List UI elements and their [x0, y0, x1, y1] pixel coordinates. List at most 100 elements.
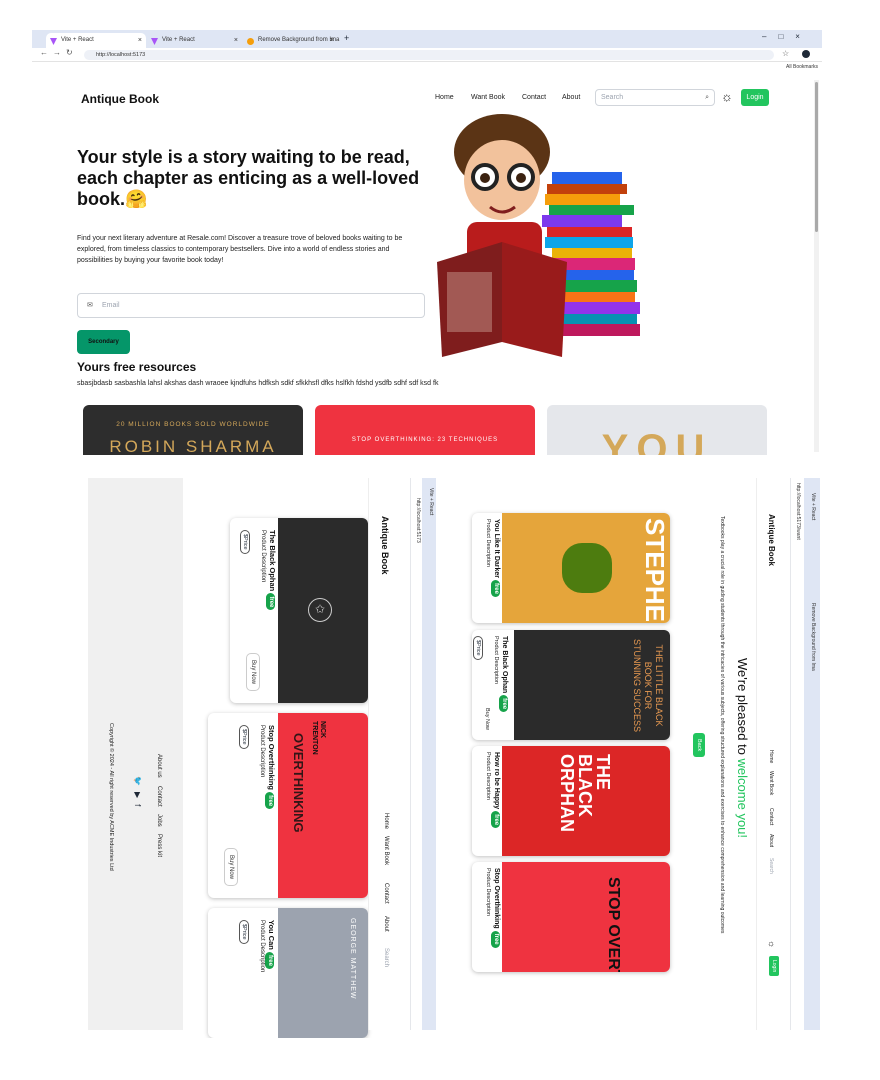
rotated-tabbar-left — [422, 478, 436, 1030]
nav-home[interactable]: Home — [768, 750, 774, 763]
back-button[interactable]: Back — [693, 733, 705, 758]
search-icon: ⌕ — [705, 94, 709, 101]
nav-want-book[interactable]: Want Book — [471, 94, 505, 101]
book-cover-you[interactable]: YOU — [547, 405, 767, 455]
book-cover: ✩ — [278, 518, 368, 703]
book-cover: THE LITTLE BLACK BOOK FOR STUNNING SUCCE… — [514, 630, 670, 740]
nav-about[interactable]: About — [768, 834, 774, 847]
nav-contact[interactable]: Contact — [383, 883, 389, 904]
address-bar-row: ←→↻ http://localhost:5173 ☆ — [32, 48, 822, 62]
email-input[interactable]: ✉ Email — [77, 293, 425, 318]
new-tab-icon[interactable]: + — [344, 33, 349, 43]
url-input[interactable]: http://localhost:5173 — [84, 50, 774, 60]
resources-text: sbasjbdasb sasbashla lahsl akshas dash w… — [77, 380, 439, 387]
tab-vite-2[interactable]: Vite + React × — [147, 33, 242, 48]
footer-link-about[interactable]: About us — [156, 754, 162, 778]
price-tag: $Price — [472, 636, 490, 660]
avatar[interactable] — [802, 50, 810, 58]
secondary-button[interactable]: Secondary — [77, 330, 130, 354]
card-title: Stop Overthinking free — [491, 868, 500, 948]
card-description: Product Description — [493, 636, 499, 684]
footer-link-jobs[interactable]: Jobs — [156, 814, 162, 827]
login-button[interactable]: Login — [741, 89, 769, 106]
price-tag: $Price — [239, 530, 257, 554]
card-stop-overthinking-right[interactable]: STOP OVERTHINKING Stop Overthinking free… — [472, 862, 670, 972]
price-tag: $Price — [238, 725, 256, 749]
rotated-addressbar-left — [410, 478, 422, 1030]
social-icons[interactable]: 🐦▶f — [133, 776, 142, 812]
nav-arrows-icon[interactable]: ←→↻ — [40, 48, 78, 57]
card-black-ophan-right[interactable]: THE LITTLE BLACK BOOK FOR STUNNING SUCCE… — [472, 630, 670, 740]
nav-want-book[interactable]: Want Book — [383, 836, 389, 865]
resources-heading: Yours free resources — [77, 360, 197, 374]
star-icon[interactable]: ☆ — [782, 49, 789, 58]
theme-toggle-icon[interactable]: ☼ — [767, 940, 777, 948]
envelope-icon: ✉ — [87, 302, 93, 309]
copyright: Copyright © 2024 - All right reserved by… — [108, 723, 114, 871]
card-description: Product Description — [485, 752, 491, 800]
card-description: Product Description — [485, 519, 491, 567]
nav-about[interactable]: About — [562, 94, 580, 101]
rotated-screenshots: About us Contact Jobs Press kit 🐦▶f Copy… — [80, 458, 840, 1038]
book-cover-stop-overthinking[interactable]: STOP OVERTHINKING: 23 TECHNIQUES — [315, 405, 535, 455]
book-cover-robin-sharma[interactable]: 20 MILLION BOOKS SOLD WORLDWIDE ROBIN SH… — [83, 405, 303, 455]
nav-about[interactable]: About — [383, 916, 389, 932]
window-controls[interactable]: –□× — [762, 32, 812, 41]
free-badge: free — [265, 792, 274, 810]
intro-text: Textbooks play a crucial role in guiding… — [719, 516, 725, 934]
login-button[interactable]: Login — [769, 956, 779, 977]
remove-bg-icon — [247, 37, 254, 45]
card-title: How ro be Happy free — [491, 752, 500, 829]
tab-vite[interactable]: Vite + React — [428, 488, 434, 515]
reading-boy-illustration — [437, 114, 640, 357]
url-text[interactable]: http://localhost:5173/want — [795, 483, 801, 540]
card-description: Product Description — [260, 530, 266, 583]
search-input[interactable]: Search — [383, 948, 389, 967]
free-badge: free — [499, 695, 508, 713]
cover-title: STOP OVERTHINKING — [605, 877, 622, 972]
all-bookmarks[interactable]: All Bookmarks — [786, 64, 818, 70]
theme-toggle-icon[interactable]: ☼ — [721, 89, 737, 105]
nav-want-book[interactable]: Want Book — [768, 771, 774, 795]
brand-logo[interactable]: Antique Book — [81, 92, 159, 106]
hero-heading: Your style is a story waiting to be read… — [77, 147, 420, 209]
card-stop-overthinking[interactable]: NICK TRENTON OVERTHINKING Stop Overthinki… — [208, 713, 368, 898]
tab-remove-bg[interactable]: Remove Background from Ima — [810, 603, 816, 671]
scrollbar[interactable] — [814, 80, 819, 452]
cover-title: THE BLACK ORPHAN — [557, 754, 613, 833]
card-you-can[interactable]: GEORGE MATTHEW You Can free Product Desc… — [208, 908, 368, 1038]
card-black-ophan[interactable]: ✩ The Black Ophan free Product Descripti… — [230, 518, 368, 703]
free-badge: free — [491, 930, 500, 948]
free-badge: free — [491, 811, 500, 829]
tab-remove-bg[interactable]: Remove Background from Ima × — [243, 33, 339, 48]
book-cover: STEPHEN KING — [502, 513, 670, 623]
book-cover: STOP OVERTHINKING — [502, 862, 670, 972]
buy-now-button[interactable]: Buy Now — [224, 848, 238, 887]
cover-art — [562, 543, 612, 593]
buy-now-button[interactable]: Buy Now — [484, 708, 490, 730]
close-tab-icon[interactable]: × — [234, 33, 238, 48]
nav-home[interactable]: Home — [435, 94, 454, 101]
tab-vite-1[interactable]: Vite + React × — [46, 33, 146, 48]
search-input[interactable]: Search — [768, 858, 774, 874]
url-text[interactable]: http://localhost:5173 — [415, 498, 421, 543]
nav-contact[interactable]: Contact — [522, 94, 546, 101]
brand-logo[interactable]: Antique Book — [767, 514, 776, 566]
card-you-like-it-darker[interactable]: STEPHEN KING You Like It Darker free Pro… — [472, 513, 670, 623]
rotated-tabbar-right — [804, 478, 820, 1030]
vite-icon — [50, 37, 57, 45]
price-tag: $Price — [238, 920, 256, 944]
brand-logo[interactable]: Antique Book — [380, 516, 390, 575]
footer-link-contact[interactable]: Contact — [156, 786, 162, 807]
nav-contact[interactable]: Contact — [768, 808, 774, 825]
tab-vite[interactable]: Vite + React — [810, 493, 816, 520]
card-how-ro-be-happy[interactable]: THE BLACK ORPHAN How ro be Happy free Pr… — [472, 746, 670, 856]
nav-home[interactable]: Home — [383, 813, 389, 829]
search-input[interactable]: Search ⌕ — [595, 89, 715, 106]
close-tab-icon[interactable]: × — [330, 33, 334, 48]
buy-now-button[interactable]: Buy Now — [246, 653, 260, 692]
top-browser-window: Vite + React × Vite + React × Remove Backg… — [32, 30, 822, 455]
footer-panel — [88, 478, 183, 1030]
close-tab-icon[interactable]: × — [138, 33, 142, 48]
footer-link-press-kit[interactable]: Press kit — [156, 834, 162, 857]
